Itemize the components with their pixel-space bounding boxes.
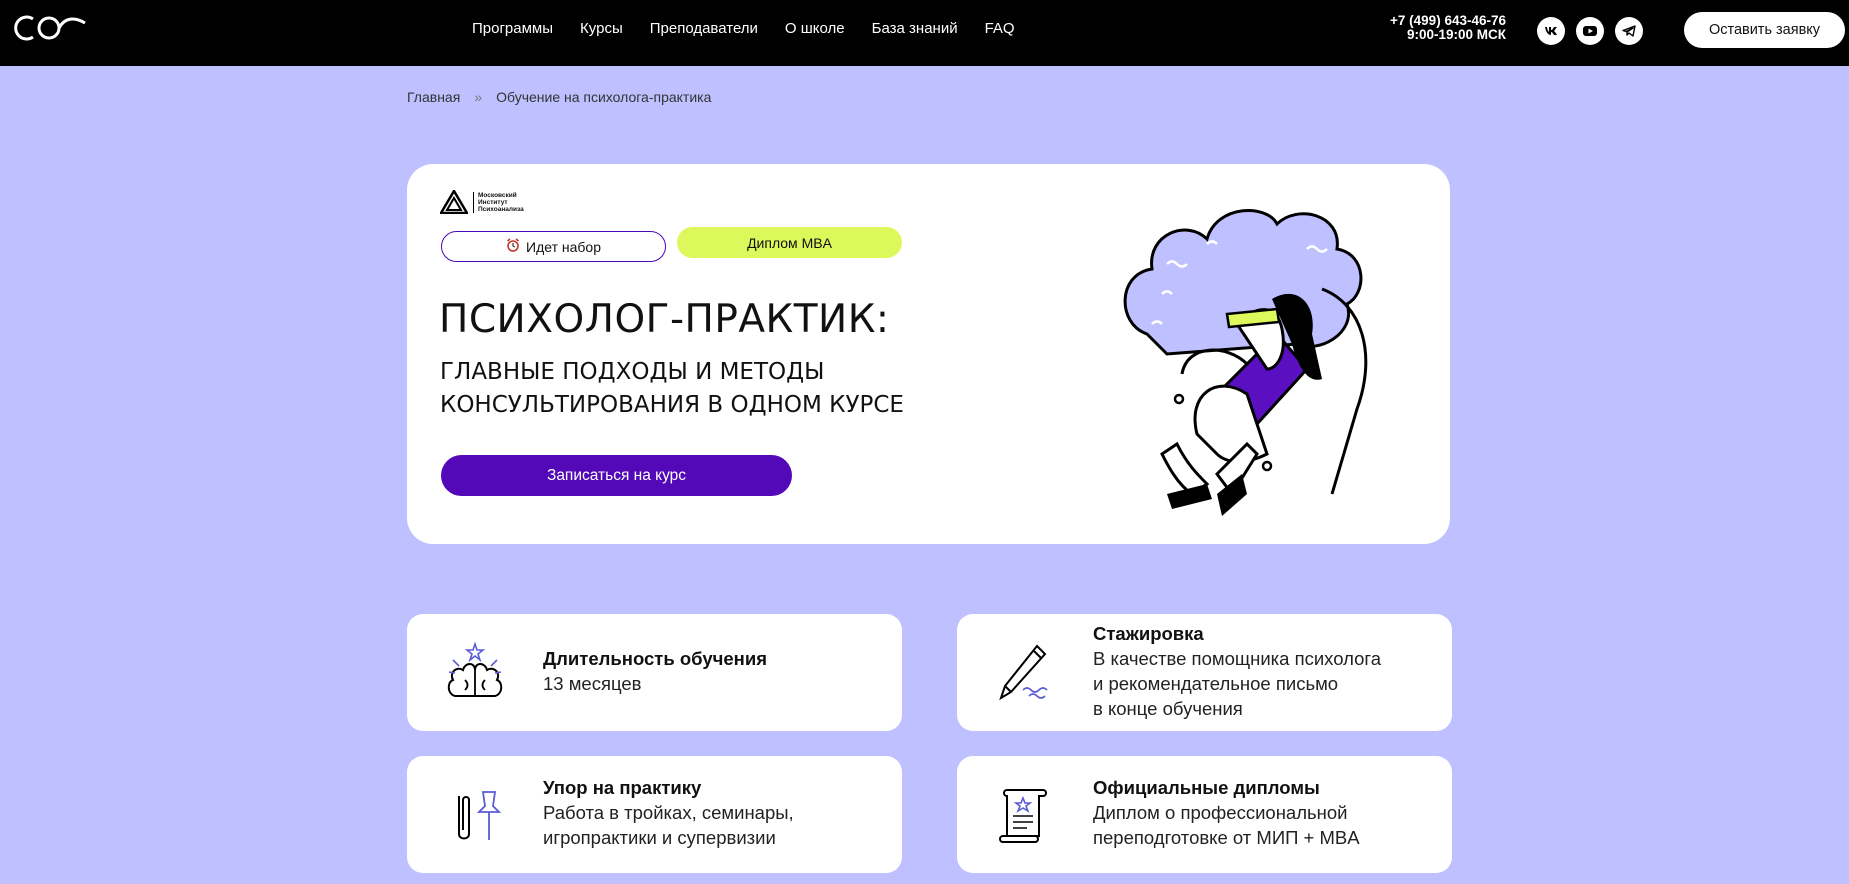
- feature-title: Длительность обучения: [543, 648, 768, 669]
- page-title: ПСИХОЛОГ-ПРАКТИК:: [439, 297, 890, 342]
- institute-name: Московский Институт Психоанализа: [473, 191, 529, 213]
- top-navigation-bar: Программы Курсы Преподаватели О школе Ба…: [0, 0, 1849, 66]
- nav-about[interactable]: О школе: [785, 20, 845, 37]
- paperclip-pin-icon: [458, 791, 502, 840]
- phone-number[interactable]: +7 (499) 643-46-76: [1360, 14, 1506, 28]
- feature-desc-line: игропрактики и супервизии: [543, 827, 776, 848]
- feature-title: Упор на практику: [543, 777, 702, 798]
- hero-card: Московский Институт Психоанализа Идет на…: [407, 164, 1450, 544]
- feature-desc-line: в конце обучения: [1093, 698, 1243, 719]
- nav-programs[interactable]: Программы: [472, 20, 553, 37]
- page-subtitle: ГЛАВНЫЕ ПОДХОДЫ И МЕТОДЫ КОНСУЛЬТИРОВАНИ…: [440, 356, 1000, 422]
- diploma-scroll-icon: [999, 789, 1047, 843]
- working-hours: 9:00-19:00 МСК: [1406, 27, 1506, 42]
- triangle-logo-icon: [440, 190, 468, 214]
- feature-card-internship: Стажировка В качестве помощника психолог…: [957, 614, 1452, 731]
- nav-faq[interactable]: FAQ: [985, 20, 1015, 37]
- site-logo[interactable]: [13, 13, 87, 43]
- alarm-clock-icon: [506, 238, 520, 255]
- pen-icon: [999, 644, 1048, 701]
- telegram-icon[interactable]: [1615, 17, 1643, 45]
- feature-text: Длительность обучения 13 месяцев: [543, 647, 767, 696]
- social-links: [1537, 17, 1643, 45]
- recruitment-badge: Идет набор: [441, 231, 666, 262]
- mba-diploma-badge: Диплом MBA: [677, 227, 902, 258]
- feature-title: Официальные дипломы: [1093, 777, 1320, 798]
- feature-title: Стажировка: [1093, 623, 1204, 644]
- reading-woman-illustration: [1123, 209, 1368, 516]
- feature-text: Стажировка В качестве помощника психолог…: [1093, 622, 1381, 721]
- feature-desc-line: В качестве помощника психолога: [1093, 648, 1382, 669]
- breadcrumb-separator: »: [474, 89, 483, 105]
- breadcrumb: Главная » Обучение на психолога-практика: [407, 89, 711, 105]
- feature-card-practice: Упор на практику Работа в тройках, семин…: [407, 756, 902, 873]
- breadcrumb-home[interactable]: Главная: [407, 89, 460, 105]
- enroll-button[interactable]: Записаться на курс: [441, 455, 792, 496]
- feature-card-duration: Длительность обучения 13 месяцев: [407, 614, 902, 731]
- breadcrumb-current: Обучение на психолога-практика: [496, 89, 712, 105]
- institute-logo: Московский Институт Психоанализа: [440, 190, 529, 214]
- vk-icon[interactable]: [1537, 17, 1565, 45]
- leave-request-button[interactable]: Оставить заявку: [1684, 12, 1845, 48]
- feature-text: Упор на практику Работа в тройках, семин…: [543, 776, 794, 850]
- contact-info: +7 (499) 643-46-76 9:00-19:00 МСК: [1360, 14, 1506, 42]
- nav-teachers[interactable]: Преподаватели: [650, 20, 758, 37]
- recruitment-label: Идет набор: [526, 238, 601, 255]
- subtitle-line-2: КОНСУЛЬТИРОВАНИЯ В ОДНОМ КУРСЕ: [440, 392, 904, 418]
- feature-desc-line: 13 месяцев: [543, 673, 642, 694]
- feature-desc-line: Работа в тройках, семинары,: [543, 802, 794, 823]
- nav-courses[interactable]: Курсы: [580, 20, 623, 37]
- feature-desc-line: переподготовке от МИП + MBA: [1093, 827, 1360, 848]
- feature-text: Официальные дипломы Диплом о профессиона…: [1093, 776, 1360, 850]
- youtube-icon[interactable]: [1576, 17, 1604, 45]
- brain-icon: [447, 641, 503, 697]
- feature-desc-line: и рекомендательное письмо: [1093, 673, 1339, 694]
- nav-knowledge-base[interactable]: База знаний: [872, 20, 958, 37]
- subtitle-line-1: ГЛАВНЫЕ ПОДХОДЫ И МЕТОДЫ: [440, 359, 825, 385]
- feature-card-diplomas: Официальные дипломы Диплом о профессиона…: [957, 756, 1452, 873]
- main-nav: Программы Курсы Преподаватели О школе Ба…: [472, 20, 1015, 37]
- feature-desc-line: Диплом о профессиональной: [1093, 802, 1348, 823]
